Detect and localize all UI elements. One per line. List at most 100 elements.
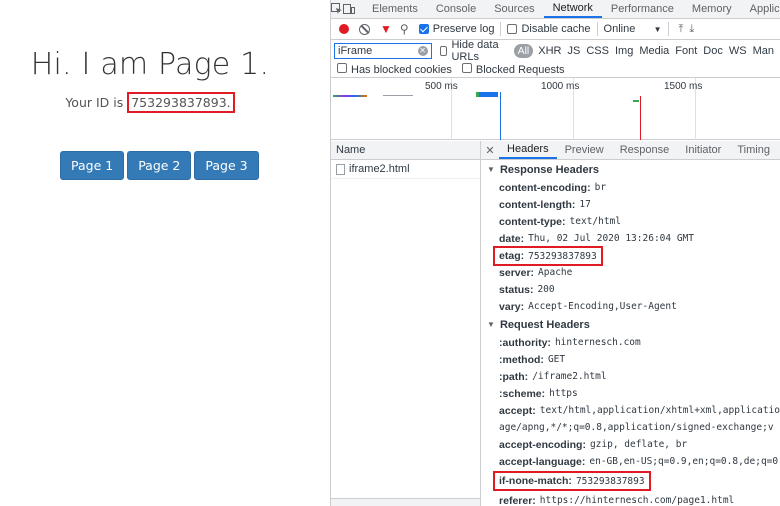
id-value: 753293837893. [127,92,235,113]
page-1-button[interactable]: Page 1 [60,151,125,180]
page-content: Hi. I am Page 1. Your ID is 753293837893… [0,0,330,506]
blocked-requests-label: Blocked Requests [475,63,565,76]
header-key: :path: [499,370,529,383]
header-value: Apache [538,267,573,278]
blocked-requests-toggle[interactable]: Blocked Requests [461,62,565,76]
header-value: Accept-Encoding,User-Agent [528,301,677,312]
network-lower: Name iframe2.html ✕ Headers Preview Resp… [331,141,780,506]
header-value: br [594,182,607,193]
filter-font[interactable]: Font [675,45,697,57]
tab-headers[interactable]: Headers [499,141,557,159]
request-list: Name iframe2.html [331,141,482,506]
id-number: 753293837893 [131,95,227,110]
page-3-button[interactable]: Page 3 [194,151,259,180]
inspect-icon[interactable] [331,0,343,18]
header-value: 753293837893 [528,250,597,262]
filter-xhr[interactable]: XHR [538,45,561,57]
device-toolbar-icon[interactable] [343,0,355,18]
page-2-button[interactable]: Page 2 [127,151,192,180]
tab-timing[interactable]: Timing [729,141,778,159]
tab-initiator[interactable]: Initiator [677,141,729,159]
header-key: :scheme: [499,387,546,400]
file-icon [336,163,345,175]
filter-css[interactable]: CSS [586,45,609,57]
search-icon[interactable]: ⚲ [400,22,409,36]
header-row-continuation: age/apng,*/*;q=0.8,application/signed-ex… [499,422,774,433]
preserve-log-checkbox[interactable] [418,24,429,34]
timeline-bar [333,95,367,97]
request-headers-section[interactable]: ▼ Request Headers [481,315,780,334]
header-key: accept: [499,404,536,417]
record-icon[interactable] [339,24,349,34]
header-key: content-encoding: [499,181,591,194]
header-key: vary: [499,300,525,313]
tab-elements[interactable]: Elements [363,0,427,18]
detail-tabs: ✕ Headers Preview Response Initiator Tim… [481,141,780,160]
toolbar-separator [500,22,502,36]
header-row: if-none-match: 753293837893 [481,470,780,492]
disable-cache-toggle[interactable]: Disable cache [507,23,591,35]
response-headers-section[interactable]: ▼ Response Headers [481,160,780,179]
filter-media[interactable]: Media [639,45,669,57]
filter-bar: iFrame ✕ Hide data URLs All XHR JS CSS I… [331,39,780,63]
header-key: etag: [499,249,525,262]
hide-data-urls-toggle[interactable]: Hide data URLs [439,39,509,63]
preserve-log-label: Preserve log [432,23,495,35]
header-value: gzip, deflate, br [589,439,688,450]
header-row: content-encoding: br [481,179,780,196]
throttle-select[interactable]: Online ▼ [604,23,662,35]
etag-highlight: etag: 753293837893 [493,245,603,266]
dropdown-arrow-icon: ▼ [653,24,662,34]
export-har-icon[interactable]: ⤓ [689,23,694,36]
header-row: content-length: 17 [481,196,780,213]
tab-sources[interactable]: Sources [485,0,543,18]
hide-data-urls-checkbox[interactable] [439,45,448,56]
page-buttons: Page 1 Page 2 Page 3 [60,151,259,180]
filter-all-button[interactable]: All [513,43,534,58]
filter-icon[interactable]: ▼ [380,22,392,36]
clear-icon[interactable] [359,23,370,35]
blocked-cookies-toggle[interactable]: Has blocked cookies [337,62,452,76]
filter-ws[interactable]: WS [729,45,747,57]
clear-filter-icon[interactable]: ✕ [417,45,428,56]
filter-input[interactable]: iFrame ✕ [334,42,432,59]
filter-manifest[interactable]: Man [753,45,774,57]
expand-triangle-icon: ▼ [487,320,495,329]
blocked-requests-checkbox[interactable] [461,62,472,73]
expand-triangle-icon: ▼ [487,165,495,174]
header-row: status: 200 [481,281,780,298]
name-column-header[interactable]: Name [331,141,481,160]
tab-application[interactable]: Application [741,0,780,18]
tab-preview[interactable]: Preview [557,141,612,159]
blocked-cookies-checkbox[interactable] [337,62,347,73]
filter-input-value: iFrame [338,44,373,57]
if-none-match-highlight: if-none-match: 753293837893 [493,471,651,491]
header-row: accept-language: en-GB,en-US;q=0.9,en;q=0… [481,453,780,470]
devtools-tabbar: Elements Console Sources Network Perform… [331,0,780,19]
header-row: vary: Accept-Encoding,User-Agent [481,298,780,315]
tab-network[interactable]: Network [543,0,602,18]
tab-memory[interactable]: Memory [683,0,741,18]
header-row: :method: GET [481,351,780,368]
filter-doc[interactable]: Doc [703,45,723,57]
filter-bar-secondary: Has blocked cookies Blocked Requests [331,61,780,78]
import-har-icon[interactable]: ⤒ [679,23,684,36]
tab-console[interactable]: Console [427,0,485,18]
header-value: /iframe2.html [532,371,607,382]
request-detail: ✕ Headers Preview Response Initiator Tim… [481,141,780,506]
request-row[interactable]: iframe2.html [331,160,481,179]
tab-performance[interactable]: Performance [602,0,683,18]
id-line: Your ID is 753293837893. [0,92,300,113]
timeline-overview[interactable]: 500 ms 1000 ms 1500 ms [331,78,780,140]
devtools-panel: Elements Console Sources Network Perform… [330,0,780,506]
header-key: content-type: [499,215,566,228]
header-key: if-none-match: [499,475,572,487]
close-icon[interactable]: ✕ [481,141,499,159]
timeline-label: 500 ms [425,81,458,92]
tab-response[interactable]: Response [612,141,678,159]
preserve-log-toggle[interactable]: Preserve log [418,23,495,35]
filter-js[interactable]: JS [568,45,581,57]
disable-cache-checkbox[interactable] [507,24,518,34]
filter-img[interactable]: Img [615,45,633,57]
header-value: GET [547,354,566,365]
